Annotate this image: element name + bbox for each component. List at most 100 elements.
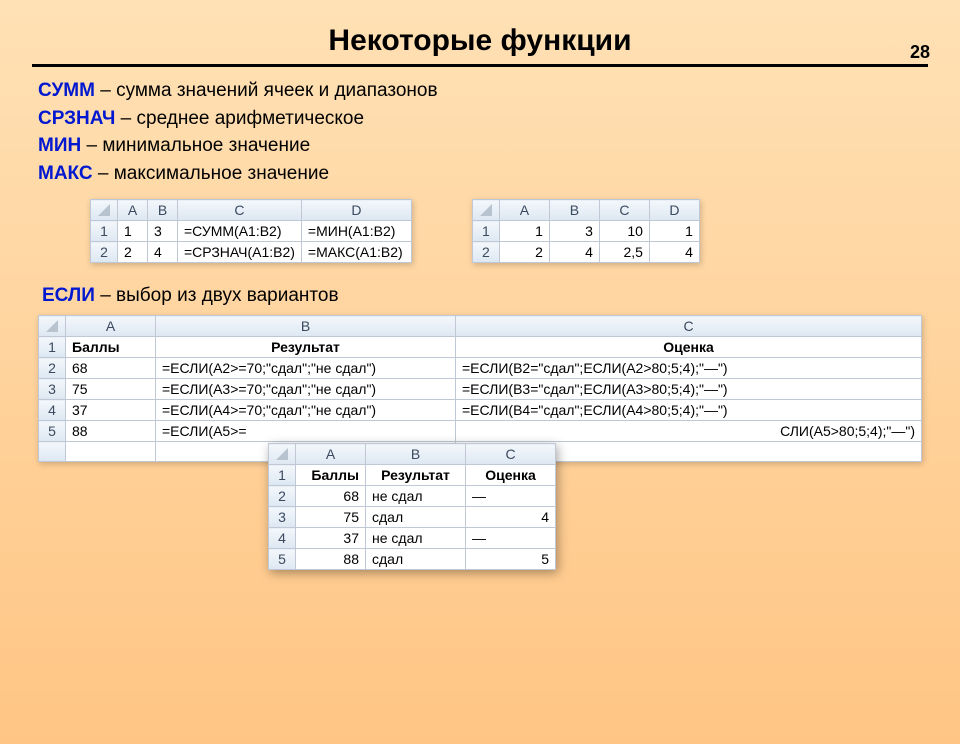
col-header[interactable]: C [456, 316, 922, 337]
cell[interactable]: 10 [599, 221, 649, 242]
table-results: A B C D 1 1 3 10 1 2 2 4 2,5 4 [472, 199, 700, 263]
col-header[interactable]: A [499, 200, 549, 221]
table-row: 2 2 4 2,5 4 [472, 242, 699, 263]
fn-desc-sum: – сумма значений ячеек и диапазонов [95, 80, 438, 101]
col-header[interactable]: A [118, 200, 148, 221]
row-header[interactable]: 1 [91, 221, 118, 242]
col-header[interactable]: B [148, 200, 178, 221]
cell[interactable]: — [466, 528, 556, 549]
def-avg: СРЗНАЧ – среднее арифметическое [38, 105, 922, 133]
cell[interactable]: 68 [66, 358, 156, 379]
col-header[interactable]: A [66, 316, 156, 337]
cell[interactable]: 1 [499, 221, 549, 242]
cell[interactable]: 3 [549, 221, 599, 242]
cell[interactable]: =СУММ(A1:B2) [178, 221, 302, 242]
cell[interactable]: Оценка [456, 337, 922, 358]
row-header[interactable]: 2 [91, 242, 118, 263]
fn-desc-avg: – среднее арифметическое [115, 108, 364, 129]
cell[interactable]: 37 [296, 528, 366, 549]
cell[interactable]: 2 [499, 242, 549, 263]
cell[interactable]: не сдал [366, 486, 466, 507]
cell[interactable]: =МАКС(A1:B2) [301, 242, 411, 263]
cell[interactable]: сдал [366, 507, 466, 528]
cell[interactable]: Результат [366, 465, 466, 486]
cell[interactable]: 1 [118, 221, 148, 242]
fn-name-min: МИН [38, 135, 81, 156]
table-formulas: A B C D 1 1 3 =СУММ(A1:B2) =МИН(A1:B2) 2… [90, 199, 412, 263]
if-heading: ЕСЛИ – выбор из двух вариантов [42, 285, 918, 307]
cell[interactable]: 75 [296, 507, 366, 528]
cell[interactable]: 88 [66, 421, 156, 442]
cell[interactable]: не сдал [366, 528, 466, 549]
col-header[interactable]: C [178, 200, 302, 221]
table-row: 2 68 =ЕСЛИ(A2>=70;"сдал";"не сдал") =ЕСЛ… [39, 358, 922, 379]
row-header[interactable]: 3 [269, 507, 296, 528]
fn-name-if: ЕСЛИ [42, 285, 95, 306]
cell[interactable]: — [466, 486, 556, 507]
cell[interactable]: 5 [466, 549, 556, 570]
cell[interactable]: =ЕСЛИ(B2="сдал";ЕСЛИ(A2>80;5;4);"—") [456, 358, 922, 379]
table-row: 1 Баллы Результат Оценка [269, 465, 556, 486]
col-header[interactable]: D [649, 200, 699, 221]
row-header[interactable]: 3 [39, 379, 66, 400]
select-all-icon[interactable] [269, 444, 296, 465]
cell[interactable]: Результат [156, 337, 456, 358]
cell[interactable]: 88 [296, 549, 366, 570]
def-sum: СУММ – сумма значений ячеек и диапазонов [38, 77, 922, 105]
cell[interactable]: Баллы [66, 337, 156, 358]
row-header[interactable]: 2 [39, 358, 66, 379]
cell[interactable]: =ЕСЛИ(A4>=70;"сдал";"не сдал") [156, 400, 456, 421]
cell[interactable]: =СРЗНАЧ(A1:B2) [178, 242, 302, 263]
row-header[interactable]: 4 [269, 528, 296, 549]
cell[interactable]: 4 [466, 507, 556, 528]
col-header[interactable]: C [599, 200, 649, 221]
cell[interactable]: сдал [366, 549, 466, 570]
fn-desc-if: – выбор из двух вариантов [95, 285, 339, 306]
table-row: 2 68 не сдал — [269, 486, 556, 507]
col-header[interactable]: B [156, 316, 456, 337]
col-header[interactable]: A [296, 444, 366, 465]
cell[interactable]: 37 [66, 400, 156, 421]
col-header[interactable]: B [366, 444, 466, 465]
col-header[interactable]: C [466, 444, 556, 465]
cell[interactable]: 75 [66, 379, 156, 400]
select-all-icon[interactable] [39, 316, 66, 337]
cell[interactable]: =ЕСЛИ(B3="сдал";ЕСЛИ(A3>80;5;4);"—") [456, 379, 922, 400]
cell[interactable]: 4 [148, 242, 178, 263]
select-all-icon[interactable] [91, 200, 118, 221]
table-row: 5 88 =ЕСЛИ(A5>= СЛИ(A5>80;5;4);"—") [39, 421, 922, 442]
cell[interactable]: =ЕСЛИ(B4="сдал";ЕСЛИ(A4>80;5;4);"—") [456, 400, 922, 421]
fn-name-avg: СРЗНАЧ [38, 108, 115, 129]
row-header[interactable]: 1 [472, 221, 499, 242]
cell[interactable]: =ЕСЛИ(A5>= [156, 421, 456, 442]
cell[interactable]: =МИН(A1:B2) [301, 221, 411, 242]
row-header[interactable]: 4 [39, 400, 66, 421]
col-header[interactable]: D [301, 200, 411, 221]
col-header[interactable]: B [549, 200, 599, 221]
table-row: 1 1 3 =СУММ(A1:B2) =МИН(A1:B2) [91, 221, 412, 242]
row-header[interactable]: 2 [269, 486, 296, 507]
row-header[interactable]: 5 [269, 549, 296, 570]
table-row: 3 75 =ЕСЛИ(A3>=70;"сдал";"не сдал") =ЕСЛ… [39, 379, 922, 400]
cell[interactable]: 68 [296, 486, 366, 507]
table-if-formulas: A B C 1 Баллы Результат Оценка 2 68 =ЕСЛ… [38, 315, 922, 462]
row-header[interactable]: 5 [39, 421, 66, 442]
row-header[interactable]: 1 [39, 337, 66, 358]
cell[interactable]: СЛИ(A5>80;5;4);"—") [456, 421, 922, 442]
select-all-icon[interactable] [472, 200, 499, 221]
cell[interactable]: 2,5 [599, 242, 649, 263]
row-header[interactable]: 2 [472, 242, 499, 263]
def-max: МАКС – максимальное значение [38, 160, 922, 188]
cell[interactable]: 4 [549, 242, 599, 263]
row-header[interactable]: 1 [269, 465, 296, 486]
cell[interactable]: Оценка [466, 465, 556, 486]
row-header[interactable] [39, 442, 66, 462]
cell[interactable]: 2 [118, 242, 148, 263]
cell[interactable]: 3 [148, 221, 178, 242]
cell[interactable]: Баллы [296, 465, 366, 486]
cell[interactable]: =ЕСЛИ(A3>=70;"сдал";"не сдал") [156, 379, 456, 400]
cell[interactable]: 4 [649, 242, 699, 263]
table-row: 2 2 4 =СРЗНАЧ(A1:B2) =МАКС(A1:B2) [91, 242, 412, 263]
cell[interactable]: 1 [649, 221, 699, 242]
cell[interactable]: =ЕСЛИ(A2>=70;"сдал";"не сдал") [156, 358, 456, 379]
